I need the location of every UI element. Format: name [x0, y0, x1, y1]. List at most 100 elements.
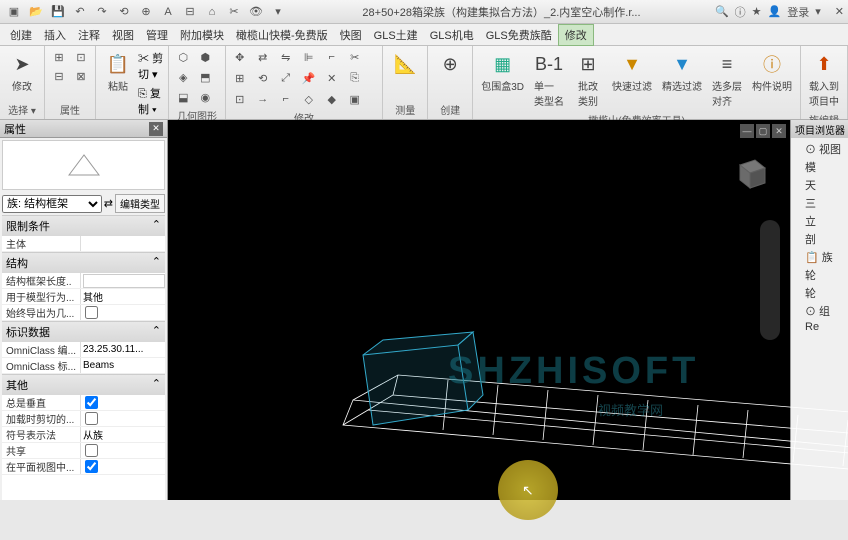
- property-checkbox[interactable]: [85, 412, 98, 425]
- property-row[interactable]: 总是垂直: [2, 395, 165, 411]
- group-icon[interactable]: ⊡: [230, 90, 250, 108]
- close-window-icon[interactable]: ✕: [835, 5, 844, 18]
- text-icon[interactable]: A: [158, 2, 178, 22]
- corner-icon[interactable]: ⌐: [276, 90, 296, 108]
- edit-type-button[interactable]: 编辑类型: [115, 194, 165, 213]
- geom-icon[interactable]: ⬡: [173, 48, 193, 66]
- login-button[interactable]: 登录: [787, 4, 809, 20]
- tree-item[interactable]: ⊙ 视图: [793, 140, 846, 158]
- tab-view[interactable]: 视图: [106, 25, 140, 45]
- open-icon[interactable]: 📂: [26, 2, 46, 22]
- property-group[interactable]: 结构⌃: [2, 252, 165, 273]
- delete-icon[interactable]: ✕: [322, 69, 342, 87]
- props-icon2[interactable]: ⊟: [49, 67, 69, 85]
- property-checkbox[interactable]: [85, 460, 98, 473]
- geom-icon[interactable]: ⬒: [195, 68, 215, 86]
- align-icon[interactable]: ⊫: [299, 48, 319, 66]
- tab-create[interactable]: 创建: [4, 25, 38, 45]
- tab-insert[interactable]: 插入: [38, 25, 72, 45]
- finefilter-button[interactable]: ▼精选过滤: [658, 48, 706, 95]
- geom-icon[interactable]: ◉: [195, 88, 215, 106]
- dim-icon[interactable]: ⊟: [180, 2, 200, 22]
- geom-icon[interactable]: ⬢: [195, 48, 215, 66]
- type-selector[interactable]: 族: 结构框架: [2, 195, 102, 213]
- property-checkbox[interactable]: [85, 396, 98, 409]
- misc-icon[interactable]: ◆: [322, 90, 342, 108]
- tab-modify[interactable]: 修改: [558, 24, 594, 46]
- geom-icon[interactable]: ◈: [173, 68, 193, 86]
- property-group[interactable]: 标识数据⌃: [2, 321, 165, 342]
- help-dropdown-icon[interactable]: ▾: [815, 5, 821, 18]
- view-icon[interactable]: 👁: [246, 2, 266, 22]
- property-checkbox[interactable]: [85, 444, 98, 457]
- move-icon[interactable]: ✥: [230, 48, 250, 66]
- sync-icon[interactable]: ⊕: [136, 2, 156, 22]
- property-group[interactable]: 限制条件⌃: [2, 215, 165, 236]
- save-icon[interactable]: 💾: [48, 2, 68, 22]
- create-button[interactable]: ⊕: [432, 48, 468, 80]
- measure-button[interactable]: 📐: [387, 48, 423, 80]
- offset-icon[interactable]: ⇄: [253, 48, 273, 66]
- geom-icon[interactable]: ⬓: [173, 88, 193, 106]
- property-row[interactable]: 始终导出为几...: [2, 305, 165, 321]
- property-row[interactable]: 共享: [2, 443, 165, 459]
- tree-item[interactable]: 剖: [793, 230, 846, 248]
- tree-item[interactable]: 模: [793, 158, 846, 176]
- batch-button[interactable]: ⊞批改 类别: [570, 48, 606, 110]
- property-checkbox[interactable]: [85, 306, 98, 319]
- tab-addins[interactable]: 附加模块: [174, 25, 230, 45]
- property-row[interactable]: 结构框架长度..: [2, 273, 165, 289]
- tab-ganlanshan[interactable]: 橄榄山快模-免费版: [230, 25, 334, 45]
- single-type-button[interactable]: B-1单一 类型名: [530, 48, 568, 110]
- app-menu-icon[interactable]: ▣: [4, 2, 24, 22]
- pipe-icon[interactable]: ⟲: [114, 2, 134, 22]
- tree-item[interactable]: 📋 族: [793, 248, 846, 266]
- copy-button[interactable]: ⎘ 复制 ▾: [138, 85, 164, 117]
- maximize-icon[interactable]: ▢: [756, 124, 770, 138]
- swap-icon[interactable]: ⇄: [104, 197, 113, 210]
- section-icon[interactable]: ✂: [224, 2, 244, 22]
- modify-button[interactable]: ➤ 修改: [4, 48, 40, 95]
- scale-icon[interactable]: ⤢: [276, 69, 296, 87]
- render-icon[interactable]: ▾: [268, 2, 288, 22]
- user-icon[interactable]: 👤: [768, 5, 782, 18]
- pin-icon[interactable]: 📌: [299, 69, 319, 87]
- 3d-viewport[interactable]: — ▢ ✕ SHZHISOFT 视频教学网 ↖: [168, 120, 790, 500]
- tab-kuaitu[interactable]: 快图: [334, 25, 368, 45]
- paste-button[interactable]: 📋 粘贴: [100, 48, 136, 95]
- props-icon4[interactable]: ⊠: [71, 67, 91, 85]
- property-row[interactable]: 加载时剪切的...: [2, 411, 165, 427]
- search-icon[interactable]: 🔍: [715, 5, 729, 18]
- array-icon[interactable]: ⊞: [230, 69, 250, 87]
- component-info-button[interactable]: ⓘ构件说明: [748, 48, 796, 95]
- quickfilter-button[interactable]: ▼快速过滤: [608, 48, 656, 95]
- property-row[interactable]: 主体: [2, 236, 165, 252]
- tree-item[interactable]: 立: [793, 212, 846, 230]
- tab-annotate[interactable]: 注释: [72, 25, 106, 45]
- property-row[interactable]: 在平面视图中...: [2, 459, 165, 475]
- misc-icon[interactable]: ▣: [345, 90, 365, 108]
- redo-icon[interactable]: ↷: [92, 2, 112, 22]
- props-icon3[interactable]: ⊡: [71, 48, 91, 66]
- mirror-icon[interactable]: ⇋: [276, 48, 296, 66]
- rotate-icon[interactable]: ⟲: [253, 69, 273, 87]
- split-icon[interactable]: ✂: [345, 48, 365, 66]
- extend-icon[interactable]: →: [253, 90, 273, 108]
- tree-item[interactable]: 天: [793, 176, 846, 194]
- properties-list[interactable]: 限制条件⌃主体结构⌃结构框架长度..用于模型行为...其他始终导出为几...标识…: [2, 215, 165, 500]
- property-group[interactable]: 其他⌃: [2, 374, 165, 395]
- minimize-icon[interactable]: —: [740, 124, 754, 138]
- copy-icon[interactable]: ⎘: [345, 69, 365, 87]
- property-row[interactable]: 用于模型行为...其他: [2, 289, 165, 305]
- close-view-icon[interactable]: ✕: [772, 124, 786, 138]
- property-row[interactable]: OmniClass 标...Beams: [2, 358, 165, 374]
- view-cube[interactable]: [730, 150, 770, 190]
- misc-icon[interactable]: ◇: [299, 90, 319, 108]
- property-row[interactable]: 符号表示法从族: [2, 427, 165, 443]
- cut-button[interactable]: ✂ 剪切 ▾: [138, 50, 164, 82]
- tab-gls-jidian[interactable]: GLS机电: [424, 25, 480, 45]
- property-input[interactable]: [83, 274, 165, 288]
- undo-icon[interactable]: ↶: [70, 2, 90, 22]
- trim-icon[interactable]: ⌐: [322, 48, 342, 66]
- tab-gls-zuku[interactable]: GLS免费族酷: [480, 25, 558, 45]
